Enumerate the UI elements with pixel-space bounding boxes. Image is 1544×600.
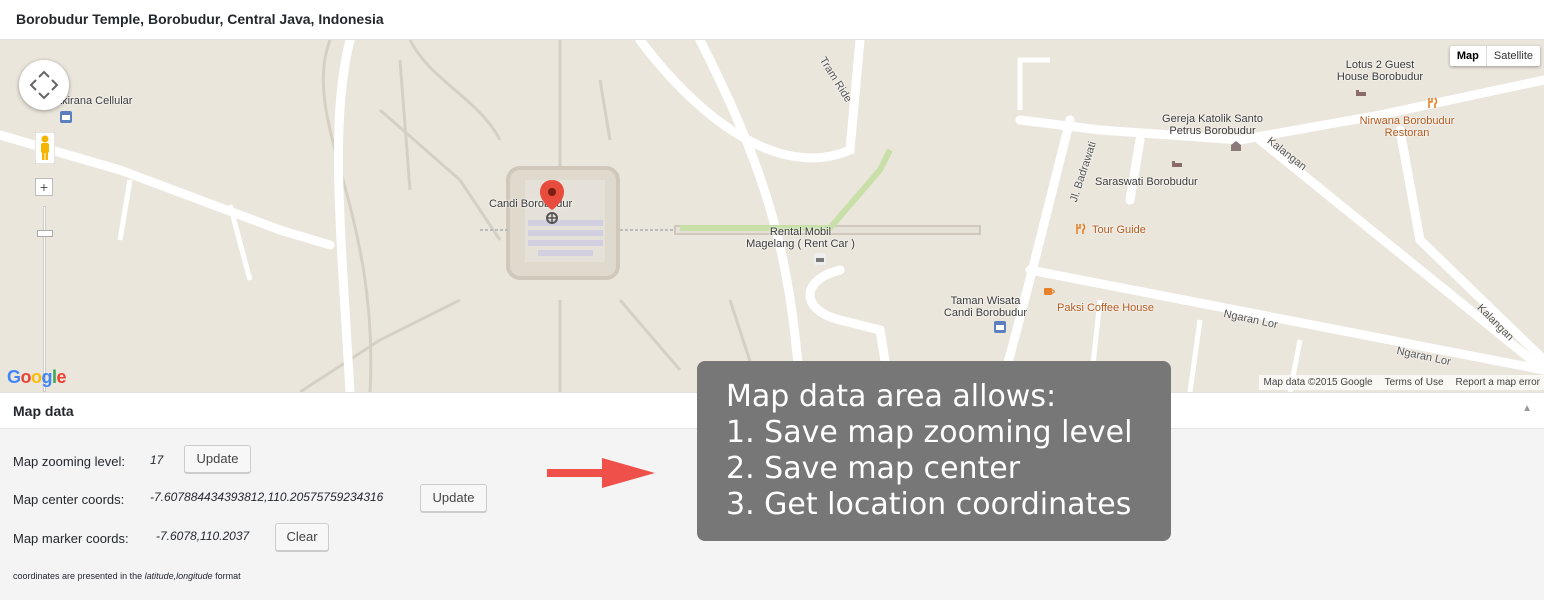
zoom-control: + <box>35 178 55 392</box>
poi-label-tour-guide[interactable]: Tour Guide <box>1092 224 1146 236</box>
update-center-button[interactable]: Update <box>420 484 487 512</box>
feature-callout: Map data area allows: 1. Save map zoomin… <box>697 361 1171 541</box>
callout-line-3: 2. Save map center <box>726 451 1021 486</box>
note-suffix: format <box>212 571 241 581</box>
panel-title: Map data <box>13 403 74 419</box>
update-zoom-button[interactable]: Update <box>184 445 251 473</box>
poi-label-rental-line1: Rental Mobil <box>769 226 832 238</box>
post-office-icon[interactable] <box>60 111 72 123</box>
poi-label-rental-line2: Magelang ( Rent Car ) <box>746 238 855 250</box>
google-logo: Google <box>7 367 67 387</box>
map-roads <box>0 40 1544 392</box>
map-type-satellite-button[interactable]: Satellite <box>1487 46 1540 66</box>
poi-label-lotus-line2: House Borobudur <box>1336 71 1424 83</box>
note-prefix: coordinates are presented in the <box>13 571 145 581</box>
poi-label-nirwana[interactable]: Nirwana Borobudur Restoran <box>1348 115 1466 139</box>
title-bar: Borobudur Temple, Borobudur, Central Jav… <box>0 0 1544 40</box>
callout-arrow-icon <box>547 458 655 488</box>
pan-control[interactable] <box>19 60 69 110</box>
report-map-error-link[interactable]: Report a map error <box>1456 377 1540 388</box>
callout-text: Map data area allows: 1. Save map zoomin… <box>726 379 1132 523</box>
pan-arrows-icon <box>29 70 59 100</box>
poi-label-lotus-line1: Lotus 2 Guest <box>1345 59 1415 71</box>
coordinates-format-note: coordinates are presented in the latitud… <box>13 571 241 581</box>
collapse-toggle-icon[interactable]: ▲ <box>1522 403 1532 414</box>
zoom-in-button[interactable]: + <box>35 178 53 196</box>
restaurant-icon[interactable] <box>1426 97 1438 109</box>
map-data-attribution: Map data ©2015 Google <box>1263 377 1373 388</box>
map-canvas[interactable]: akirana Cellular Candi Borobudur Rental … <box>0 40 1544 392</box>
cafe-icon[interactable] <box>1043 285 1055 297</box>
page-title: Borobudur Temple, Borobudur, Central Jav… <box>16 11 384 27</box>
poi-label-gereja[interactable]: Gereja Katolik Santo Petrus Borobudur <box>1150 113 1275 137</box>
lodging-icon-saraswati[interactable] <box>1171 158 1183 170</box>
zoom-level-label: Map zooming level: <box>13 454 125 469</box>
marker-coords-label: Map marker coords: <box>13 531 129 546</box>
clear-marker-button[interactable]: Clear <box>275 523 329 551</box>
poi-label-taman-wisata[interactable]: Taman Wisata Candi Borobudur <box>938 295 1033 319</box>
car-rental-icon[interactable] <box>814 253 826 265</box>
poi-label-taman-line2: Candi Borobudur <box>943 307 1028 319</box>
map-type-map-button[interactable]: Map <box>1450 46 1487 66</box>
poi-label-gereja-line1: Gereja Katolik Santo <box>1162 113 1263 125</box>
poi-label-rental[interactable]: Rental Mobil Magelang ( Rent Car ) <box>733 226 868 250</box>
center-coords-label: Map center coords: <box>13 492 125 507</box>
zoom-slider-thumb[interactable] <box>37 230 53 237</box>
map-attribution: Map data ©2015 Google Terms of Use Repor… <box>1259 375 1544 390</box>
poi-label-paksi-coffee[interactable]: Paksi Coffee House <box>1057 302 1154 314</box>
lodging-icon[interactable] <box>1355 87 1367 99</box>
church-icon[interactable] <box>1230 140 1242 152</box>
restaurant-icon-tour[interactable] <box>1074 223 1086 235</box>
callout-line-2: 1. Save map zooming level <box>726 415 1133 450</box>
poi-label-lotus[interactable]: Lotus 2 Guest House Borobudur <box>1325 59 1435 83</box>
poi-label-nirwana-line1: Nirwana Borobudur <box>1359 115 1455 127</box>
map-type-control: Map Satellite <box>1449 46 1540 66</box>
note-emphasis: latitude,longitude <box>144 571 213 581</box>
callout-line-4: 3. Get location coordinates <box>726 487 1132 522</box>
poi-label-saraswati[interactable]: Saraswati Borobudur <box>1095 176 1198 188</box>
post-office-icon-taman[interactable] <box>994 321 1006 333</box>
zoom-level-value: 17 <box>150 453 164 467</box>
pegman-icon[interactable] <box>35 132 55 164</box>
marker-coords-value: -7.6078,110.2037 <box>156 529 250 543</box>
terms-of-use-link[interactable]: Terms of Use <box>1385 377 1444 388</box>
poi-label-gereja-line2: Petrus Borobudur <box>1169 125 1256 137</box>
poi-label-nirwana-line2: Restoran <box>1384 127 1430 139</box>
map-marker-icon[interactable] <box>540 180 564 226</box>
callout-line-1: Map data area allows: <box>726 379 1057 414</box>
poi-label-taman-line1: Taman Wisata <box>950 295 1021 307</box>
center-coords-value: -7.607884434393812,110.20575759234316 <box>150 490 384 504</box>
